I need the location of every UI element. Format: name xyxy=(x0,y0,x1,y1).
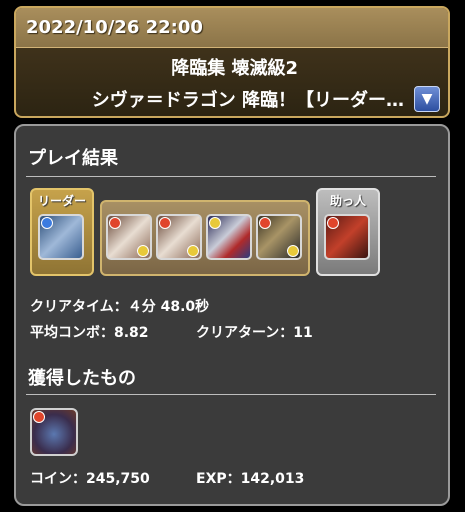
clear-time: クリアタイム：４分 48.0秒 xyxy=(30,299,210,315)
leader-monster-icon[interactable] xyxy=(38,214,84,260)
water-attribute-icon xyxy=(41,217,53,229)
fire-attribute-icon xyxy=(259,217,271,229)
leader-label: リーダー xyxy=(37,194,86,208)
rewards-title: 獲得したもの xyxy=(28,368,136,389)
reward-monster-icon[interactable] xyxy=(30,408,78,456)
clear-turns: クリアターン：11 xyxy=(196,325,313,341)
light-attribute-icon xyxy=(287,245,299,257)
sub-monster-4-icon[interactable] xyxy=(256,214,302,260)
play-result-title: プレイ結果 xyxy=(28,148,118,169)
fire-attribute-icon xyxy=(109,217,121,229)
average-combo: 平均コンボ：8.82 xyxy=(30,325,149,341)
fire-attribute-icon xyxy=(327,217,339,229)
fire-attribute-icon xyxy=(159,217,171,229)
expand-dropdown-button[interactable]: ▼ xyxy=(414,86,440,112)
divider xyxy=(26,394,436,395)
sub-monster-3-icon[interactable] xyxy=(206,214,252,260)
leader-slot: リーダー xyxy=(30,188,94,276)
light-attribute-icon xyxy=(137,245,149,257)
dungeon-category: 降臨集 壊滅級2 xyxy=(171,58,298,79)
light-attribute-icon xyxy=(209,217,221,229)
helper-slot: 助っ人 xyxy=(316,188,380,276)
sub-members xyxy=(100,200,310,276)
dungeon-name: シヴァ＝ドラゴン 降臨！【リーダー… xyxy=(91,90,404,111)
helper-label: 助っ人 xyxy=(329,194,366,208)
sub-monster-2-icon[interactable] xyxy=(156,214,202,260)
fire-attribute-icon xyxy=(33,411,45,423)
result-panel: プレイ結果 リーダー 助っ人 クリアタイム：４分 48.0秒 平均コンボ：8.8 xyxy=(14,124,450,506)
light-attribute-icon xyxy=(187,245,199,257)
chevron-down-icon: ▼ xyxy=(421,91,433,107)
exp-earned: EXP：142,013 xyxy=(196,471,305,487)
coins-earned: コイン：245,750 xyxy=(30,471,150,487)
helper-monster-icon[interactable] xyxy=(324,214,370,260)
dungeon-header: 2022/10/26 22:00 降臨集 壊滅級2 シヴァ＝ドラゴン 降臨！【リ… xyxy=(14,6,450,118)
datetime: 2022/10/26 22:00 xyxy=(16,8,448,48)
sub-monster-1-icon[interactable] xyxy=(106,214,152,260)
divider xyxy=(26,176,436,177)
